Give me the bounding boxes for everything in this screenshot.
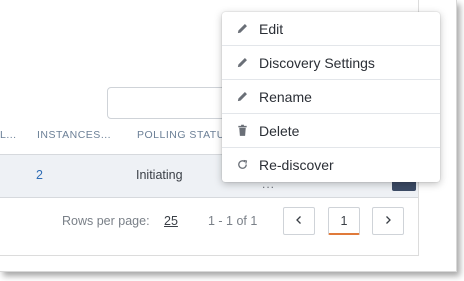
instances-count-link[interactable]: 2	[36, 168, 43, 182]
column-header-instances[interactable]: INSTANCES...	[37, 129, 111, 141]
menu-item-label: Discovery Settings	[259, 55, 375, 71]
polling-status-value: Initiating	[136, 168, 183, 182]
pencil-icon	[236, 90, 249, 103]
menu-item-label: Re-discover	[259, 157, 334, 173]
row-context-menu: Edit Discovery Settings Rename Delete Re…	[222, 12, 440, 182]
menu-item-rediscover[interactable]: Re-discover	[222, 148, 440, 182]
chevron-right-icon	[383, 214, 393, 228]
search-input[interactable]	[107, 87, 239, 119]
menu-item-label: Rename	[259, 89, 312, 105]
page-range-text: 1 - 1 of 1	[208, 214, 258, 228]
trash-icon	[236, 124, 249, 137]
pagination-bar: Rows per page: 25 1 - 1 of 1 1	[0, 197, 418, 247]
refresh-icon	[236, 158, 249, 171]
menu-item-edit[interactable]: Edit	[222, 12, 440, 46]
current-page-button[interactable]: 1	[328, 207, 360, 235]
pencil-icon	[236, 56, 249, 69]
menu-item-label: Delete	[259, 123, 300, 139]
chevron-left-icon	[294, 214, 304, 228]
menu-item-delete[interactable]: Delete	[222, 114, 440, 148]
menu-item-discovery-settings[interactable]: Discovery Settings	[222, 46, 440, 80]
menu-item-rename[interactable]: Rename	[222, 80, 440, 114]
column-header-polling-status[interactable]: POLLING STATU	[137, 129, 225, 141]
menu-item-label: Edit	[259, 21, 284, 37]
previous-page-button[interactable]	[283, 207, 315, 235]
pencil-icon	[236, 22, 249, 35]
rows-per-page-select[interactable]: 25	[164, 214, 178, 228]
rows-per-page-label: Rows per page:	[62, 214, 150, 228]
column-header-truncated[interactable]: L...	[0, 129, 17, 141]
next-page-button[interactable]	[372, 207, 404, 235]
